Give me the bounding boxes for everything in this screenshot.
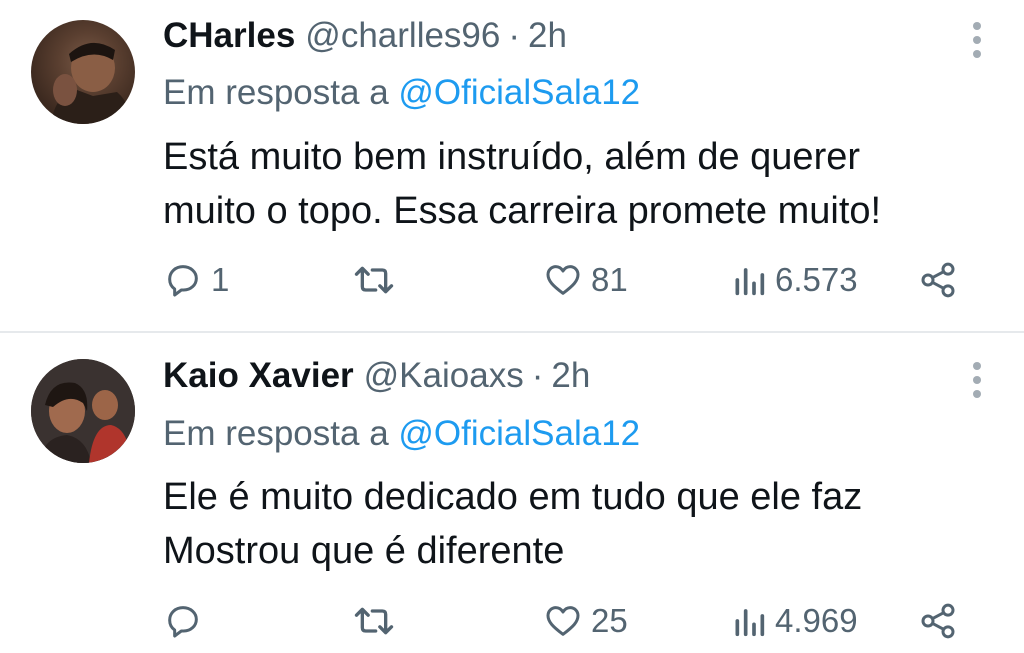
reply-feed: CHarles @charlles96 · 2h Em resposta a @… bbox=[0, 0, 1024, 653]
tweet-text-line: Está muito bem instruído, além de querer bbox=[163, 136, 861, 178]
divider bbox=[0, 331, 1024, 333]
reply-mention-link[interactable]: @OficialSala12 bbox=[398, 73, 640, 112]
user-handle[interactable]: @Kaioaxs bbox=[364, 356, 524, 396]
share-button[interactable] bbox=[918, 258, 958, 302]
reply-context: Em resposta a @OficialSala12 bbox=[163, 73, 640, 113]
reply-icon bbox=[168, 606, 198, 638]
like-count: 25 bbox=[591, 602, 628, 639]
reply-mention-link[interactable]: @OficialSala12 bbox=[398, 414, 640, 453]
more-vertical-icon[interactable] bbox=[970, 22, 984, 58]
tweet-header: CHarles @charlles96 · 2h bbox=[163, 16, 567, 56]
action-bar: 25 4.969 bbox=[0, 599, 1024, 643]
heart-icon bbox=[546, 606, 580, 636]
avatar[interactable] bbox=[31, 20, 135, 124]
retweet-icon bbox=[354, 266, 394, 294]
tweet[interactable]: CHarles @charlles96 · 2h Em resposta a @… bbox=[0, 0, 1024, 332]
timestamp[interactable]: 2h bbox=[528, 16, 567, 56]
like-button[interactable]: 25 bbox=[543, 599, 628, 643]
timestamp[interactable]: 2h bbox=[551, 356, 590, 396]
like-button[interactable]: 81 bbox=[543, 258, 628, 302]
reply-button[interactable]: 1 bbox=[163, 258, 229, 302]
retweet-button[interactable] bbox=[352, 599, 404, 643]
user-handle[interactable]: @charlles96 bbox=[305, 16, 500, 56]
heart-icon bbox=[546, 265, 580, 295]
reply-icon bbox=[168, 265, 198, 297]
tweet-header: Kaio Xavier @Kaioaxs · 2h bbox=[163, 356, 590, 396]
reply-prefix: Em resposta a bbox=[163, 73, 389, 112]
action-bar: 1 81 6.573 bbox=[0, 258, 1024, 302]
tweet-text-line: Ele é muito dedicado em tudo que ele faz bbox=[163, 476, 863, 518]
reply-prefix: Em resposta a bbox=[163, 414, 389, 453]
separator-dot: · bbox=[531, 356, 544, 395]
like-count: 81 bbox=[591, 261, 628, 298]
reply-button[interactable] bbox=[163, 599, 211, 643]
views-icon bbox=[735, 609, 765, 637]
display-name[interactable]: CHarles bbox=[163, 16, 295, 56]
reply-context: Em resposta a @OficialSala12 bbox=[163, 414, 640, 454]
views-icon bbox=[735, 268, 765, 296]
view-count: 6.573 bbox=[775, 261, 858, 298]
share-button[interactable] bbox=[918, 599, 958, 643]
views-button[interactable]: 6.573 bbox=[731, 258, 858, 302]
tweet-text-line: muito o topo. Essa carreira promete muit… bbox=[163, 190, 882, 232]
views-button[interactable]: 4.969 bbox=[731, 599, 858, 643]
share-icon bbox=[921, 262, 955, 298]
tweet-text: Está muito bem instruído, além de querer… bbox=[163, 130, 983, 238]
more-vertical-icon[interactable] bbox=[970, 362, 984, 398]
retweet-button[interactable] bbox=[352, 258, 404, 302]
tweet-text-line: Mostrou que é diferente bbox=[163, 530, 565, 572]
share-icon bbox=[921, 603, 955, 639]
reply-count: 1 bbox=[211, 261, 230, 298]
retweet-icon bbox=[354, 607, 394, 635]
separator-dot: · bbox=[508, 16, 521, 55]
display-name[interactable]: Kaio Xavier bbox=[163, 356, 354, 396]
tweet-text: Ele é muito dedicado em tudo que ele faz… bbox=[163, 470, 983, 578]
avatar[interactable] bbox=[31, 359, 135, 463]
tweet[interactable]: Kaio Xavier @Kaioaxs · 2h Em resposta a … bbox=[0, 334, 1024, 653]
view-count: 4.969 bbox=[775, 602, 858, 639]
